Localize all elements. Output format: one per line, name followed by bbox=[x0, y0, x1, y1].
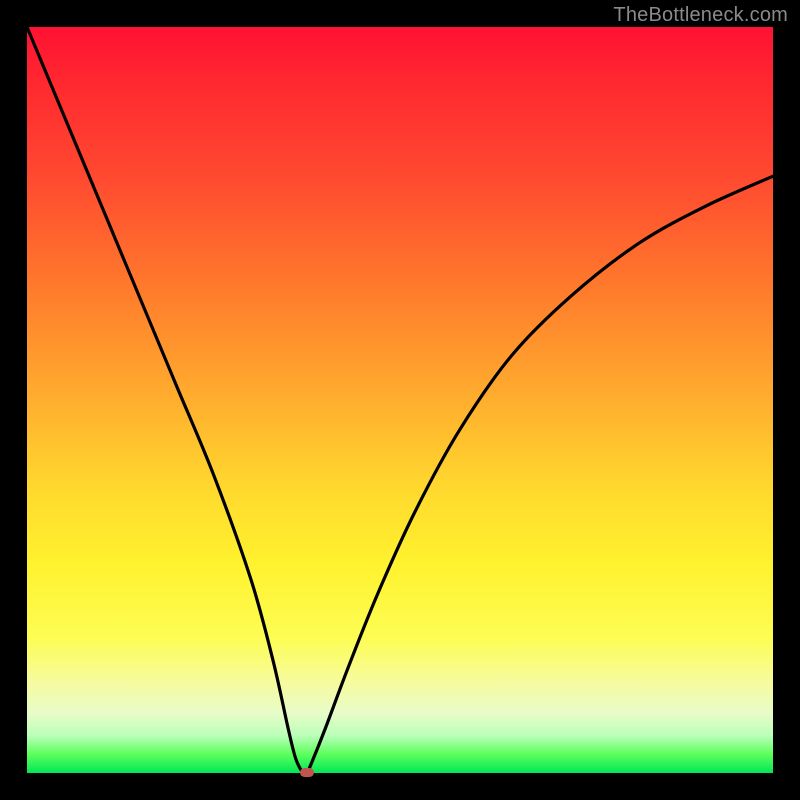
bottleneck-curve bbox=[27, 27, 773, 773]
watermark-text: TheBottleneck.com bbox=[613, 4, 788, 27]
min-marker bbox=[300, 768, 314, 777]
plot-area bbox=[27, 27, 773, 773]
chart-frame: TheBottleneck.com bbox=[0, 0, 800, 800]
